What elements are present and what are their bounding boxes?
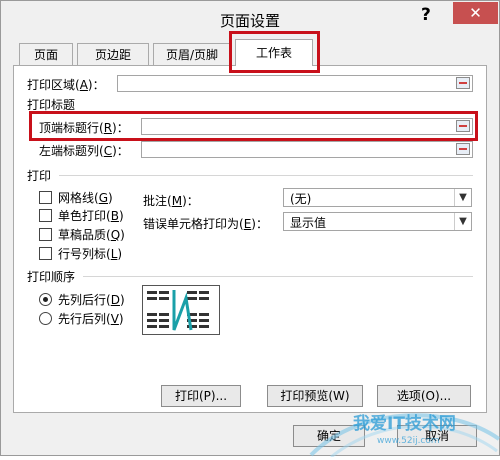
top-rows-field[interactable]	[141, 118, 473, 135]
chevron-down-icon[interactable]: ▼	[454, 213, 471, 230]
title-bar: 页面设置 ? ✕	[1, 1, 499, 35]
range-picker-icon[interactable]	[456, 120, 470, 132]
range-picker-icon[interactable]	[456, 77, 470, 89]
options-button[interactable]: 选项(O)...	[377, 385, 471, 407]
page-order-preview-icon	[142, 285, 220, 335]
comments-label: 批注(M)：	[143, 194, 199, 208]
gridlines-label: 网格线(G)	[58, 191, 113, 205]
print-separator	[59, 175, 473, 176]
print-area-label: 打印区域(A)：	[27, 78, 105, 92]
black-white-label: 单色打印(B)	[58, 209, 124, 223]
print-button[interactable]: 打印(P)...	[161, 385, 241, 407]
errors-label: 错误单元格打印为(E)：	[143, 217, 268, 231]
row-col-headings-checkbox[interactable]	[39, 247, 52, 260]
tab-page[interactable]: 页面	[19, 43, 73, 65]
gridlines-checkbox[interactable]	[39, 191, 52, 204]
range-picker-icon[interactable]	[456, 143, 470, 155]
print-heading: 打印	[27, 169, 52, 183]
page-setup-dialog: 页面设置 ? ✕ 页面 页边距 页眉/页脚 工作表 打印区域(A)： 打印标题 …	[0, 0, 500, 459]
down-then-over-label: 先列后行(D)	[58, 293, 125, 307]
help-button[interactable]: ?	[421, 5, 431, 25]
top-rows-label: 顶端标题行(R)：	[39, 121, 129, 135]
left-cols-label: 左端标题列(C)：	[39, 144, 129, 158]
draft-quality-checkbox[interactable]	[39, 228, 52, 241]
print-titles-heading: 打印标题	[27, 98, 76, 112]
row-col-headings-label: 行号列标(L)	[58, 247, 123, 261]
over-then-down-radio[interactable]	[39, 312, 52, 325]
tab-sheet[interactable]: 工作表	[235, 39, 313, 66]
print-area-field[interactable]	[117, 75, 473, 92]
draft-quality-label: 草稿品质(Q)	[58, 228, 125, 242]
page-order-separator	[83, 276, 473, 277]
close-button[interactable]: ✕	[453, 2, 498, 24]
errors-select[interactable]: 显示值 ▼	[283, 212, 472, 231]
left-cols-field[interactable]	[141, 141, 473, 158]
page-order-heading: 打印顺序	[27, 270, 76, 284]
print-preview-button[interactable]: 打印预览(W)	[267, 385, 363, 407]
ok-button[interactable]: 确定	[293, 425, 365, 447]
over-then-down-label: 先行后列(V)	[58, 312, 124, 326]
chevron-down-icon[interactable]: ▼	[454, 189, 471, 206]
tab-margins[interactable]: 页边距	[77, 43, 149, 65]
tab-header-footer[interactable]: 页眉/页脚	[153, 43, 231, 65]
down-then-over-radio[interactable]	[39, 293, 52, 306]
black-white-checkbox[interactable]	[39, 209, 52, 222]
cancel-button[interactable]: 取消	[397, 425, 477, 447]
comments-select[interactable]: (无) ▼	[283, 188, 472, 207]
